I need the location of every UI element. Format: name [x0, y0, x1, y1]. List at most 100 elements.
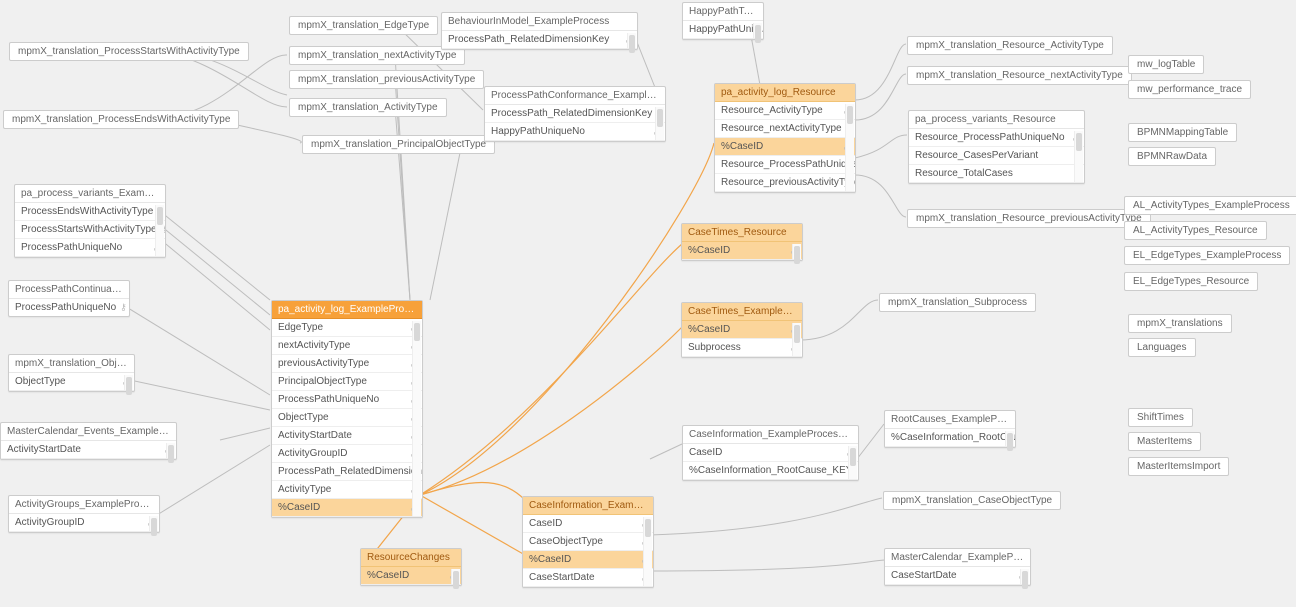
- chip[interactable]: ShiftTimes: [1128, 408, 1193, 427]
- field-row[interactable]: ObjectType⚷: [9, 373, 134, 391]
- scrollbar-thumb[interactable]: [414, 323, 420, 341]
- field-row[interactable]: HappyPathUniqueN…⚷: [683, 21, 763, 39]
- field-row[interactable]: EdgeType⚷: [272, 319, 422, 337]
- field-row[interactable]: CaseStartDate⚷: [885, 567, 1030, 585]
- scrollbar-thumb[interactable]: [657, 109, 663, 127]
- field-row[interactable]: nextActivityType⚷: [272, 337, 422, 355]
- field-row[interactable]: Resource_TotalCases: [909, 165, 1084, 183]
- table-BehaviourInModel_ExampleProcess[interactable]: BehaviourInModel_ExampleProcessProcessPa…: [441, 12, 638, 50]
- chip[interactable]: BPMNMappingTable: [1128, 123, 1237, 142]
- table-ResourceChanges[interactable]: ResourceChanges%CaseID⚷: [360, 548, 462, 586]
- chip[interactable]: mpmX_translation_previousActivityType: [289, 70, 484, 89]
- chip[interactable]: AL_ActivityTypes_Resource: [1124, 221, 1267, 240]
- scrollbar-thumb[interactable]: [157, 207, 163, 225]
- scrollbar-thumb[interactable]: [453, 571, 459, 589]
- field-row[interactable]: %CaseID⚷: [715, 138, 855, 156]
- table-CaseInformation_ExampleProcess_RCA_LinkTable[interactable]: CaseInformation_ExampleProcess_RCA_LinkT…: [682, 425, 859, 481]
- field-row[interactable]: %CaseID⚷: [523, 551, 653, 569]
- field-row[interactable]: ProcessPathUniqueNo⚷: [15, 239, 165, 257]
- scrollbar-thumb[interactable]: [755, 25, 761, 43]
- chip[interactable]: mpmX_translations: [1128, 314, 1232, 333]
- scrollbar-thumb[interactable]: [1022, 571, 1028, 589]
- table-ProcessPathContinuation[interactable]: ProcessPathContinuationProcessPathUnique…: [8, 280, 130, 317]
- field-row[interactable]: Resource_ProcessPathUniqueNo⚷: [909, 129, 1084, 147]
- scrollbar[interactable]: [848, 446, 857, 479]
- scrollbar-thumb[interactable]: [126, 377, 132, 395]
- field-row[interactable]: ProcessPath_RelatedDimensionKey⚷: [485, 105, 665, 123]
- field-row[interactable]: %CaseID⚷: [361, 567, 461, 585]
- field-row[interactable]: Resource_CasesPerVariant: [909, 147, 1084, 165]
- field-row[interactable]: ProcessPathUniqueNo⚷: [272, 391, 422, 409]
- scrollbar[interactable]: [124, 375, 133, 390]
- field-row[interactable]: CaseStartDate⚷: [523, 569, 653, 587]
- scrollbar-thumb[interactable]: [629, 35, 635, 53]
- field-row[interactable]: %CaseID⚷: [272, 499, 422, 517]
- chip[interactable]: mpmX_translation_CaseObjectType: [883, 491, 1061, 510]
- diagram-canvas[interactable]: mpmX_translation_ProcessStartsWithActivi…: [0, 0, 1296, 607]
- scrollbar-thumb[interactable]: [850, 448, 856, 466]
- field-row[interactable]: Resource_nextActivityType⚷: [715, 120, 855, 138]
- chip[interactable]: mpmX_translation_nextActivityType: [289, 46, 465, 65]
- scrollbar-thumb[interactable]: [168, 445, 174, 463]
- field-row[interactable]: ActivityGroupID⚷: [272, 445, 422, 463]
- chip[interactable]: AL_ActivityTypes_ExampleProcess: [1124, 196, 1296, 215]
- chip[interactable]: mpmX_translation_EdgeType: [289, 16, 438, 35]
- scrollbar[interactable]: [1005, 431, 1014, 446]
- chip[interactable]: MasterItems: [1128, 432, 1201, 451]
- field-row[interactable]: previousActivityType⚷: [272, 355, 422, 373]
- chip[interactable]: MasterItemsImport: [1128, 457, 1229, 476]
- table-ProcessPathConformance_ExampleProcess[interactable]: ProcessPathConformance_ExampleProcessPro…: [484, 86, 666, 142]
- scrollbar[interactable]: [149, 516, 158, 531]
- field-row[interactable]: %CaseID⚷: [682, 242, 802, 260]
- field-row[interactable]: Resource_previousActivityType⚷: [715, 174, 855, 192]
- scrollbar[interactable]: [1020, 569, 1029, 584]
- table-ActivityGroups_ExampleProcess[interactable]: ActivityGroups_ExampleProcessActivityGro…: [8, 495, 160, 533]
- chip[interactable]: mpmX_translation_ProcessEndsWithActivity…: [3, 110, 239, 129]
- table-MasterCalendar_Events_ExampleProcess[interactable]: MasterCalendar_Events_ExampleProcessActi…: [0, 422, 177, 460]
- field-row[interactable]: HappyPathUniqueNo⚷: [485, 123, 665, 141]
- field-row[interactable]: Subprocess⚷: [682, 339, 802, 357]
- chip[interactable]: EL_EdgeTypes_ExampleProcess: [1124, 246, 1290, 265]
- scrollbar-thumb[interactable]: [847, 106, 853, 124]
- table-HappyPathTable[interactable]: HappyPathTableHappyPathUniqueN…⚷: [682, 2, 764, 40]
- table-pa_activity_log_ExampleProcess[interactable]: pa_activity_log_ExampleProcessEdgeType⚷n…: [271, 300, 423, 518]
- chip[interactable]: mw_performance_trace: [1128, 80, 1251, 99]
- table-CaseTimes_Resource[interactable]: CaseTimes_Resource%CaseID⚷: [681, 223, 803, 261]
- field-row[interactable]: ProcessEndsWithActivityType⚷: [15, 203, 165, 221]
- table-pa_activity_log_Resource[interactable]: pa_activity_log_ResourceResource_Activit…: [714, 83, 856, 193]
- field-row[interactable]: ActivityStartDate⚷: [1, 441, 176, 459]
- table-mpmX_translation_ObjectType[interactable]: mpmX_translation_ObjectTypeObjectType⚷: [8, 354, 135, 392]
- chip[interactable]: mpmX_translation_PrincipalObjectType: [302, 135, 495, 154]
- field-row[interactable]: PrincipalObjectType⚷: [272, 373, 422, 391]
- field-row[interactable]: Resource_ProcessPathUniqueNo⚷: [715, 156, 855, 174]
- scrollbar-thumb[interactable]: [794, 246, 800, 264]
- field-row[interactable]: ActivityGroupID⚷: [9, 514, 159, 532]
- table-MasterCalendar_ExampleProcess[interactable]: MasterCalendar_ExampleProcessCaseStartDa…: [884, 548, 1031, 586]
- chip[interactable]: mpmX_translation_Resource_ActivityType: [907, 36, 1113, 55]
- scrollbar[interactable]: [655, 107, 664, 140]
- scrollbar[interactable]: [845, 104, 854, 191]
- chip[interactable]: mw_logTable: [1128, 55, 1204, 74]
- scrollbar[interactable]: [451, 569, 460, 584]
- scrollbar-thumb[interactable]: [151, 518, 157, 536]
- chip[interactable]: mpmX_translation_Resource_nextActivityTy…: [907, 66, 1132, 85]
- chip[interactable]: mpmX_translation_Subprocess: [879, 293, 1036, 312]
- chip[interactable]: EL_EdgeTypes_Resource: [1124, 272, 1258, 291]
- chip[interactable]: mpmX_translation_ProcessStartsWithActivi…: [9, 42, 249, 61]
- scrollbar[interactable]: [753, 23, 762, 38]
- scrollbar[interactable]: [792, 323, 801, 356]
- field-row[interactable]: Resource_ActivityType⚷: [715, 102, 855, 120]
- scrollbar[interactable]: [792, 244, 801, 259]
- table-CaseInformation_ExampleProcess[interactable]: CaseInformation_ExampleProcessCaseID⚷Cas…: [522, 496, 654, 588]
- chip[interactable]: Languages: [1128, 338, 1196, 357]
- scrollbar-thumb[interactable]: [1076, 133, 1082, 151]
- scrollbar[interactable]: [643, 517, 652, 586]
- table-CaseTimes_ExampleProcess[interactable]: CaseTimes_ExampleProcess%CaseID⚷Subproce…: [681, 302, 803, 358]
- scrollbar[interactable]: [627, 33, 636, 48]
- field-row[interactable]: ActivityType⚷: [272, 481, 422, 499]
- field-row[interactable]: %CaseID⚷: [682, 321, 802, 339]
- scrollbar[interactable]: [155, 205, 164, 256]
- field-row[interactable]: ObjectType⚷: [272, 409, 422, 427]
- field-row[interactable]: %CaseInformation_RootCause_KEY⚷: [683, 462, 858, 480]
- field-row[interactable]: CaseObjectType⚷: [523, 533, 653, 551]
